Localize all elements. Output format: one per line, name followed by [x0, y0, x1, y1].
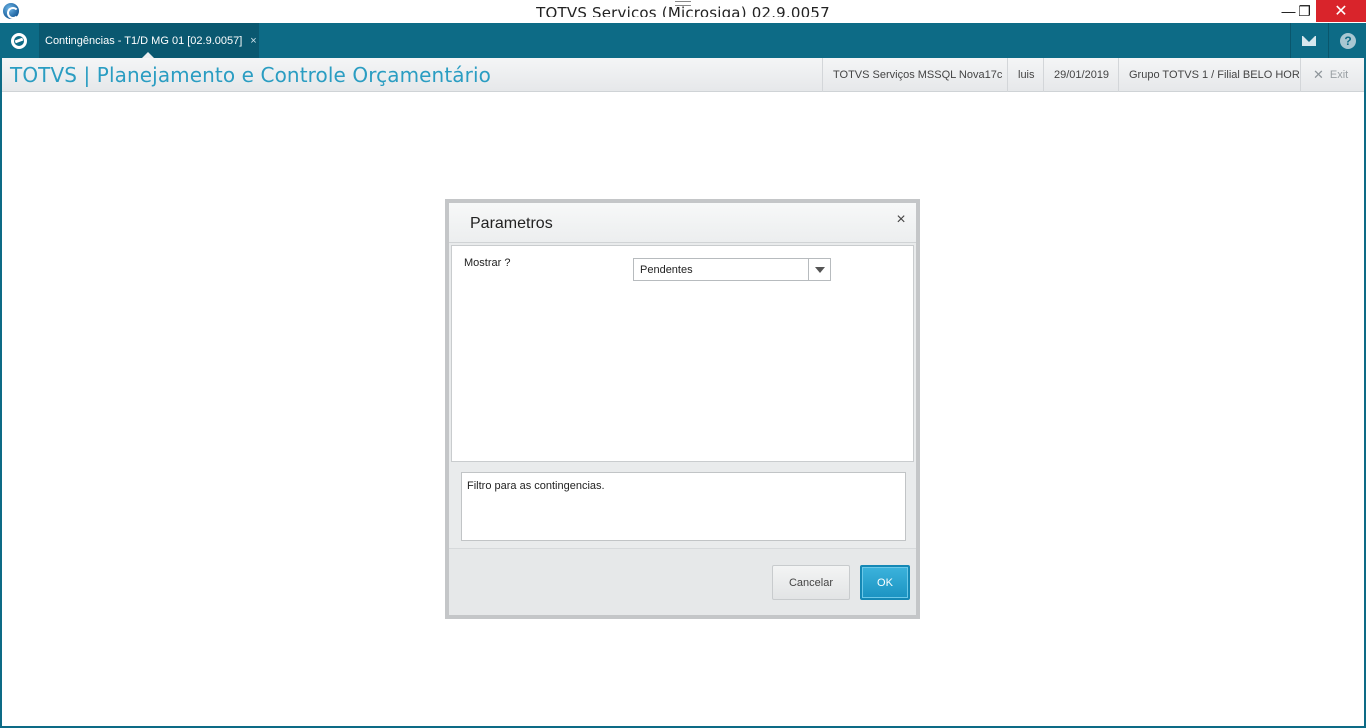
help-text: Filtro para as contingencias. — [467, 480, 605, 492]
parameters-dialog: Parametros × Mostrar ? Pendentes Filtro … — [445, 199, 920, 619]
window-grip-icon[interactable] — [675, 1, 691, 6]
window-titlebar: TOTVS Serviços (Microsiga) 02.9.0057 — ❐… — [0, 0, 1366, 23]
ok-button[interactable]: OK — [860, 565, 910, 600]
environment-info: TOTVS Serviços MSSQL Nova17c — [822, 58, 1012, 92]
user-info: luis — [1007, 58, 1045, 92]
date-info: 29/01/2019 — [1043, 58, 1119, 92]
tab-close-icon[interactable]: × — [250, 35, 256, 47]
page-title: TOTVS | Planejamento e Controle Orçament… — [10, 63, 491, 87]
mail-icon — [1302, 35, 1316, 46]
messages-button[interactable] — [1291, 23, 1327, 58]
home-button[interactable] — [0, 23, 38, 58]
totvs-logo-icon — [11, 32, 27, 49]
mostrar-select[interactable]: Pendentes — [633, 258, 831, 281]
exit-button[interactable]: ✕ Exit — [1300, 58, 1348, 92]
exit-label: Exit — [1329, 69, 1349, 81]
dialog-title: Parametros — [470, 215, 553, 232]
window-close-button[interactable]: ✕ — [1316, 0, 1366, 22]
tab-label: Contingências - T1/D MG 01 [02.9.0057] — [45, 34, 243, 47]
dialog-footer: Cancelar OK — [449, 548, 916, 615]
dialog-close-button[interactable]: × — [893, 212, 909, 228]
app-header: TOTVS | Planejamento e Controle Orçament… — [2, 58, 1364, 92]
select-value: Pendentes — [640, 264, 693, 276]
cancel-button[interactable]: Cancelar — [772, 565, 850, 600]
help-icon: ? — [1340, 32, 1356, 49]
divider — [1328, 23, 1329, 58]
dialog-body: Mostrar ? Pendentes — [451, 245, 914, 462]
company-info: Grupo TOTVS 1 / Filial BELO HOR — [1118, 58, 1310, 92]
frame-border-left — [0, 58, 2, 728]
dialog-header: Parametros × — [449, 203, 916, 243]
chevron-down-icon[interactable] — [808, 259, 830, 280]
window-title: TOTVS Serviços (Microsiga) 02.9.0057 — [536, 4, 830, 22]
tab-bar: Contingências - T1/D MG 01 [02.9.0057] ×… — [0, 23, 1366, 58]
field-label-mostrar: Mostrar ? — [464, 257, 511, 269]
help-text-box[interactable]: Filtro para as contingencias. — [461, 472, 906, 541]
exit-icon: ✕ — [1313, 67, 1324, 82]
help-button[interactable]: ? — [1330, 23, 1366, 58]
tab-contingencias[interactable]: Contingências - T1/D MG 01 [02.9.0057] × — [39, 23, 259, 58]
